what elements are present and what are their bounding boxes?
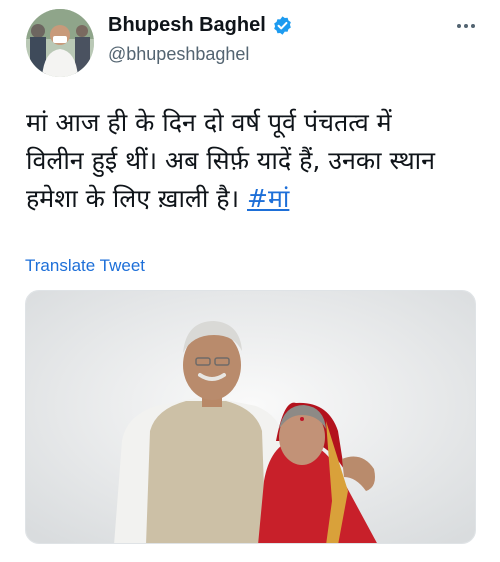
author-display-name[interactable]: Bhupesh Baghel bbox=[108, 14, 266, 37]
tweet-text-line: हमेशा के लिए ख़ाली है। #मां bbox=[26, 180, 476, 218]
tweet-text: मां आज ही के दिन दो वर्ष पूर्व पंचतत्व म… bbox=[26, 104, 476, 218]
more-options-icon[interactable] bbox=[452, 16, 480, 36]
translate-tweet-link[interactable]: Translate Tweet bbox=[25, 256, 145, 276]
author-handle[interactable]: @bhupeshbaghel bbox=[108, 44, 249, 65]
photo-illustration bbox=[26, 291, 475, 543]
author-name-row: Bhupesh Baghel bbox=[108, 14, 293, 37]
more-dot bbox=[471, 24, 475, 28]
tweet-text-line: विलीन हुई थीं। अब सिर्फ़ यादें हैं, उनका… bbox=[26, 146, 436, 175]
tweet-card: Bhupesh Baghel @bhupeshbaghel मां आज ही … bbox=[0, 0, 500, 562]
verified-badge-icon bbox=[272, 15, 293, 36]
hashtag-link[interactable]: #मां bbox=[247, 184, 289, 213]
more-dot bbox=[457, 24, 461, 28]
author-avatar[interactable] bbox=[26, 9, 94, 77]
avatar-photo bbox=[26, 9, 94, 77]
tweet-photo[interactable] bbox=[25, 290, 476, 544]
tweet-text-fragment: हमेशा के लिए ख़ाली है। bbox=[26, 184, 247, 213]
more-dot bbox=[464, 24, 468, 28]
tweet-text-line: मां आज ही के दिन दो वर्ष पूर्व पंचतत्व म… bbox=[26, 108, 392, 137]
